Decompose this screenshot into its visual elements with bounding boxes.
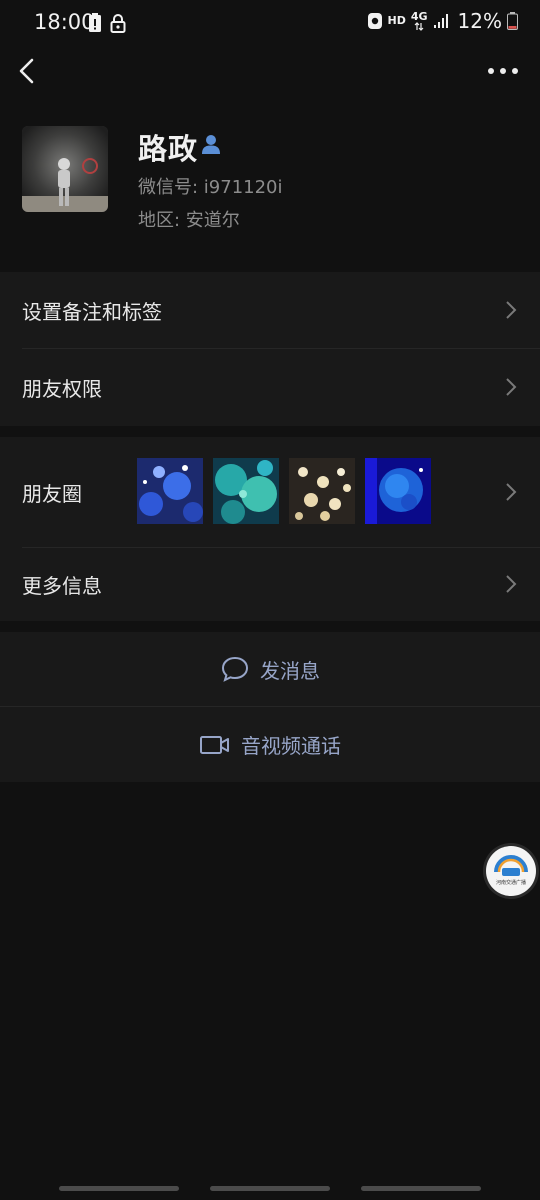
video-call-label: 音视频通话 [241,734,341,758]
send-message-label: 发消息 [260,658,320,683]
gesture-bar-left[interactable] [59,1186,179,1191]
battery-icon [507,12,518,30]
chevron-right-icon [506,378,517,396]
moments-photo-4 [365,458,431,524]
avatar[interactable] [22,126,108,212]
status-bar: 18:00 HD 4G 12% [0,0,540,48]
profile-name: 路政 [138,132,199,166]
network-type-indicator: 4G [410,9,428,23]
moments-photo-1 [137,458,203,524]
back-arrow-icon[interactable] [12,55,44,87]
remarks-tags-label: 设置备注和标签 [22,299,162,324]
lock-icon [110,14,126,33]
friend-permissions-row[interactable]: 朋友权限 [0,349,540,425]
app-notification-icon [367,13,382,29]
wechat-id: 微信号: i971120i [138,177,283,198]
hd-indicator: HD [387,14,406,27]
video-call-button[interactable]: 音视频通话 [0,707,540,782]
chevron-right-icon [506,483,517,501]
contact-person-icon [202,135,220,154]
chat-bubble-icon [221,656,249,682]
moments-label: 朋友圈 [22,481,82,506]
more-info-row[interactable]: 更多信息 [0,548,540,620]
moments-photo-3 [289,458,355,524]
battery-percentage: 12% [457,9,502,33]
chevron-right-icon [506,301,517,319]
video-camera-icon [200,735,229,754]
gesture-bar-right[interactable] [361,1186,481,1191]
signal-icon [433,14,448,28]
remarks-tags-row[interactable]: 设置备注和标签 [0,272,540,348]
region: 地区: 安道尔 [138,210,240,231]
more-options-icon[interactable] [486,58,520,84]
status-time: 18:00 [34,10,95,34]
data-arrows-icon [414,21,424,31]
gesture-bar-center[interactable] [210,1186,330,1191]
chevron-right-icon [506,575,517,593]
floating-app-logo[interactable]: 河南交通广播 [486,846,536,896]
friend-permissions-label: 朋友权限 [22,376,102,401]
logo-text: 河南交通广播 [496,879,526,886]
send-message-button[interactable]: 发消息 [0,632,540,706]
more-info-label: 更多信息 [22,573,102,598]
battery-alert-icon [89,13,101,32]
moments-photo-2 [213,458,279,524]
